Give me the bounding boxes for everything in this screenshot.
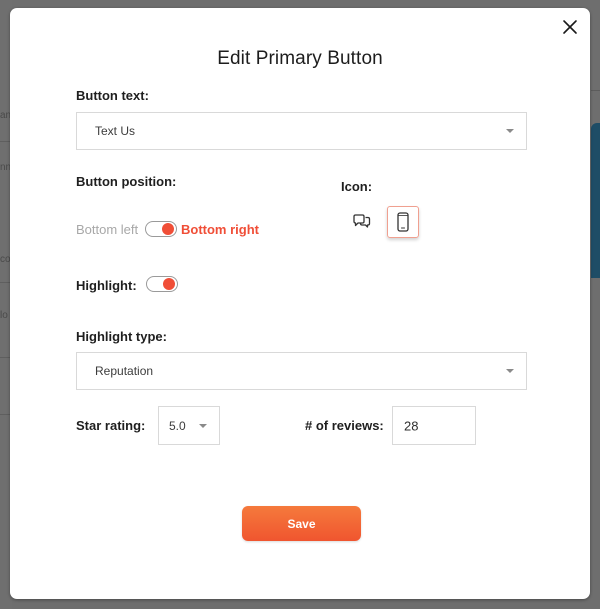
chevron-down-icon [506, 369, 514, 373]
close-button[interactable] [562, 19, 578, 35]
button-text-label: Button text: [76, 88, 149, 103]
chevron-down-icon [506, 129, 514, 133]
button-position-toggle[interactable] [145, 221, 177, 237]
star-rating-value: 5.0 [169, 418, 186, 433]
close-icon [563, 20, 577, 34]
chat-bubbles-icon [353, 214, 371, 228]
highlight-toggle[interactable] [146, 276, 178, 292]
reviews-value: 28 [404, 418, 419, 433]
icon-option-chat[interactable] [346, 206, 378, 238]
highlight-label: Highlight: [76, 278, 137, 293]
toggle-knob [162, 223, 174, 235]
position-option-bottom-right[interactable]: Bottom right [181, 222, 259, 237]
reviews-label: # of reviews: [305, 418, 384, 433]
star-rating-select[interactable]: 5.0 [158, 406, 220, 445]
backdrop-divider [591, 90, 600, 91]
mobile-phone-icon [397, 212, 409, 232]
icon-label: Icon: [341, 179, 373, 194]
modal-title: Edit Primary Button [217, 48, 383, 69]
reviews-input[interactable]: 28 [392, 406, 476, 445]
highlight-type-label: Highlight type: [76, 329, 167, 344]
save-button[interactable]: Save [242, 506, 361, 541]
highlight-type-select[interactable]: Reputation [76, 352, 527, 390]
button-text-value: Text Us [95, 124, 136, 138]
button-position-label: Button position: [76, 174, 177, 189]
edit-primary-button-modal: Edit Primary Button Button text: Text Us… [10, 8, 590, 599]
chevron-down-icon [199, 423, 207, 428]
star-rating-label: Star rating: [76, 418, 146, 433]
toggle-knob [163, 278, 175, 290]
button-text-select[interactable]: Text Us [76, 112, 527, 150]
position-option-bottom-left[interactable]: Bottom left [76, 222, 138, 237]
highlight-type-value: Reputation [95, 364, 154, 378]
backdrop-card [591, 123, 600, 278]
icon-option-phone[interactable] [387, 206, 419, 238]
